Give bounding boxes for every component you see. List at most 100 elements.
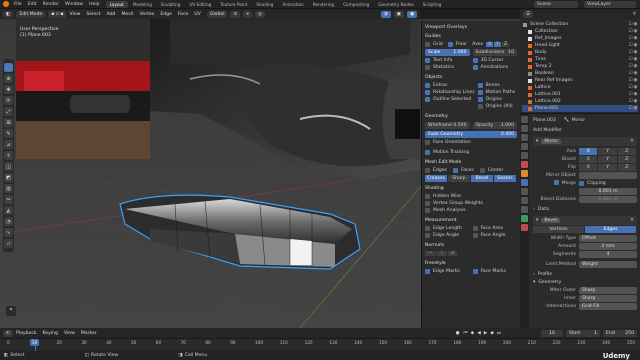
outliner-item-name[interactable]: Scene Collection bbox=[530, 22, 628, 27]
outliner-item-name[interactable]: Lattice.002 bbox=[535, 99, 628, 104]
overlays-toggle-icon[interactable]: ◑ bbox=[380, 10, 391, 18]
pivot-icon[interactable]: ⊙ bbox=[230, 10, 241, 18]
edge-marks-toggle[interactable]: Edge Marks bbox=[425, 268, 470, 275]
origins-all-toggle[interactable]: Origins (All) bbox=[477, 103, 517, 110]
statistics-toggle[interactable]: Statistics bbox=[425, 64, 470, 71]
select-box-icon[interactable]: ⬚ bbox=[4, 63, 13, 72]
tab-texture-paint[interactable]: Texture Paint bbox=[216, 1, 251, 8]
outliner-row[interactable]: Plane.003 ☑ ◉ bbox=[522, 105, 638, 112]
inner-dropdown[interactable]: Sharp bbox=[579, 294, 637, 302]
sharp-toggle[interactable]: Sharp bbox=[448, 175, 470, 182]
3d-cursor-toggle[interactable]: 3D Cursor bbox=[472, 57, 518, 64]
mirror-axis-x[interactable]: X bbox=[579, 147, 598, 155]
modifier-tab-icon[interactable] bbox=[521, 179, 528, 186]
eye-icon[interactable]: ◉ bbox=[633, 92, 638, 97]
faces-toggle[interactable]: Faces bbox=[452, 167, 474, 174]
outliner-row[interactable]: Temp 2 ☑ ◉ bbox=[522, 63, 638, 70]
smooth-icon[interactable]: ∿ bbox=[4, 228, 13, 237]
next-key-icon[interactable]: ◆ bbox=[490, 331, 494, 336]
wireframe-field[interactable]: Wireframe 0.500 bbox=[425, 122, 470, 129]
add-modifier-button[interactable]: Add Modifier bbox=[533, 126, 637, 134]
bones-toggle[interactable]: Bones bbox=[477, 82, 517, 89]
record-icon[interactable]: ● bbox=[456, 331, 460, 336]
bevel-modifier-header[interactable]: ▾ Bevel ✕ bbox=[533, 216, 637, 225]
eye-icon[interactable]: ◉ bbox=[633, 29, 638, 34]
loop-cut-icon[interactable]: ▥ bbox=[4, 184, 13, 193]
outliner-item-name[interactable]: Lattice bbox=[535, 85, 628, 90]
bevel-edges-toggle[interactable]: Edges bbox=[585, 226, 636, 233]
jump-start-icon[interactable]: ⏮ bbox=[464, 330, 468, 336]
extras-toggle[interactable]: Extras bbox=[425, 82, 475, 89]
tab-sculpting[interactable]: Sculpting bbox=[157, 1, 185, 8]
outliner-row[interactable]: Rear Ref Images ☑ ◉ bbox=[522, 77, 638, 84]
outliner-item-name[interactable]: Rear Ref Images bbox=[535, 78, 628, 83]
move-icon[interactable]: ✥ bbox=[4, 85, 13, 94]
play-icon[interactable]: ▶ bbox=[484, 331, 488, 336]
outliner-row[interactable]: Collection ☑ ◉ bbox=[522, 28, 638, 35]
tab-compositing[interactable]: Compositing bbox=[339, 1, 373, 8]
outliner-item-name[interactable]: Lattice.001 bbox=[535, 92, 628, 97]
amount-field[interactable]: 3 mm bbox=[579, 242, 637, 250]
bevel-icon[interactable]: ◩ bbox=[4, 173, 13, 182]
creases-toggle[interactable]: Creases bbox=[425, 175, 447, 182]
spin-icon[interactable]: ◔ bbox=[4, 217, 13, 226]
eye-icon[interactable]: ◉ bbox=[633, 43, 638, 48]
edge-angle-toggle[interactable]: Edge Angle bbox=[425, 232, 470, 239]
mode-dropdown[interactable]: Edit Mode bbox=[16, 10, 46, 18]
outliner-row[interactable]: Body ☑ ◉ bbox=[522, 49, 638, 56]
hidden-wire-toggle[interactable]: Hidden Wire bbox=[425, 193, 517, 200]
physics-tab-icon[interactable] bbox=[521, 197, 528, 204]
timeline-editor-icon[interactable]: ◴ bbox=[3, 329, 14, 337]
playhead[interactable]: 10 bbox=[29, 339, 40, 346]
eye-icon[interactable]: ◉ bbox=[633, 57, 638, 62]
outliner-row[interactable]: Tires ☑ ◉ bbox=[522, 56, 638, 63]
world-tab-icon[interactable] bbox=[521, 161, 528, 168]
extrude-icon[interactable]: ⇪ bbox=[4, 151, 13, 160]
data-subpanel[interactable]: › Data bbox=[533, 205, 637, 213]
motion-paths-toggle[interactable]: Motion Paths bbox=[477, 89, 517, 96]
mirror-object-field[interactable] bbox=[579, 171, 637, 179]
eye-icon[interactable]: ◉ bbox=[633, 64, 638, 69]
menu-file[interactable]: File bbox=[14, 2, 22, 7]
eye-icon[interactable]: ◉ bbox=[633, 85, 638, 90]
clipping-toggle[interactable]: Clipping bbox=[579, 180, 606, 186]
face-orientation-toggle[interactable]: Face Orientation bbox=[425, 139, 517, 146]
axis-y-toggle[interactable]: Y bbox=[494, 42, 501, 47]
outliner-item-name[interactable]: Head Light bbox=[535, 43, 628, 48]
outliner-item-name[interactable]: Tires bbox=[535, 57, 628, 62]
eye-icon[interactable]: ◉ bbox=[633, 50, 638, 55]
edges-toggle[interactable]: Edges bbox=[425, 167, 447, 174]
split-normals-icon[interactable]: ⋮ bbox=[436, 251, 448, 256]
tab-layout[interactable]: Layout bbox=[105, 0, 128, 8]
miter-outer-dropdown[interactable]: Sharp bbox=[579, 286, 637, 294]
tab-modeling[interactable]: Modeling bbox=[129, 1, 156, 8]
transform-icon[interactable]: ⊞ bbox=[4, 118, 13, 127]
close-icon[interactable]: ✕ bbox=[630, 139, 634, 144]
outliner-item-name[interactable]: Collection bbox=[535, 29, 628, 34]
axis-x-toggle[interactable]: X bbox=[486, 42, 494, 47]
menu-playback[interactable]: Playback bbox=[16, 331, 37, 336]
outliner-filter-icon[interactable]: ⚲ bbox=[633, 12, 636, 17]
outline-selected-toggle[interactable]: Outline Selected bbox=[425, 96, 475, 103]
menu-vertex[interactable]: Vertex bbox=[140, 12, 155, 17]
outliner-row[interactable]: Lattice ☑ ◉ bbox=[522, 84, 638, 91]
grid-scale-field[interactable]: Scale 1.000 bbox=[425, 49, 470, 56]
width-type-dropdown[interactable]: Offset bbox=[579, 234, 637, 242]
bisect-distance-field[interactable]: 0.001 m bbox=[579, 195, 637, 203]
render-tab-icon[interactable] bbox=[521, 125, 528, 132]
eye-icon[interactable]: ◉ bbox=[633, 22, 638, 27]
timeline-ruler[interactable]: 0 10 20 30 40 50 60 70 80 90 100 110 120 130 140 150 160… bbox=[0, 338, 640, 352]
text-info-toggle[interactable]: Text Info bbox=[425, 57, 470, 64]
tab-rendering[interactable]: Rendering bbox=[309, 1, 338, 8]
relationship-lines-toggle[interactable]: Relationship Lines bbox=[425, 89, 475, 96]
motion-tracking-toggle[interactable]: Motion Tracking bbox=[425, 149, 517, 156]
menu-view[interactable]: View bbox=[69, 12, 80, 17]
segments-field[interactable]: 4 bbox=[579, 250, 637, 258]
menu-add[interactable]: Add bbox=[107, 12, 116, 17]
menu-edit[interactable]: Edit bbox=[28, 2, 37, 7]
annotate-icon[interactable]: ✎ bbox=[4, 129, 13, 138]
bevel-modifier-name[interactable]: Bevel bbox=[541, 218, 561, 223]
rotate-icon[interactable]: ⟳ bbox=[4, 96, 13, 105]
outliner-item-name[interactable]: Boolean bbox=[535, 71, 628, 76]
mesh-analysis-toggle[interactable]: Mesh Analysis bbox=[425, 207, 517, 214]
